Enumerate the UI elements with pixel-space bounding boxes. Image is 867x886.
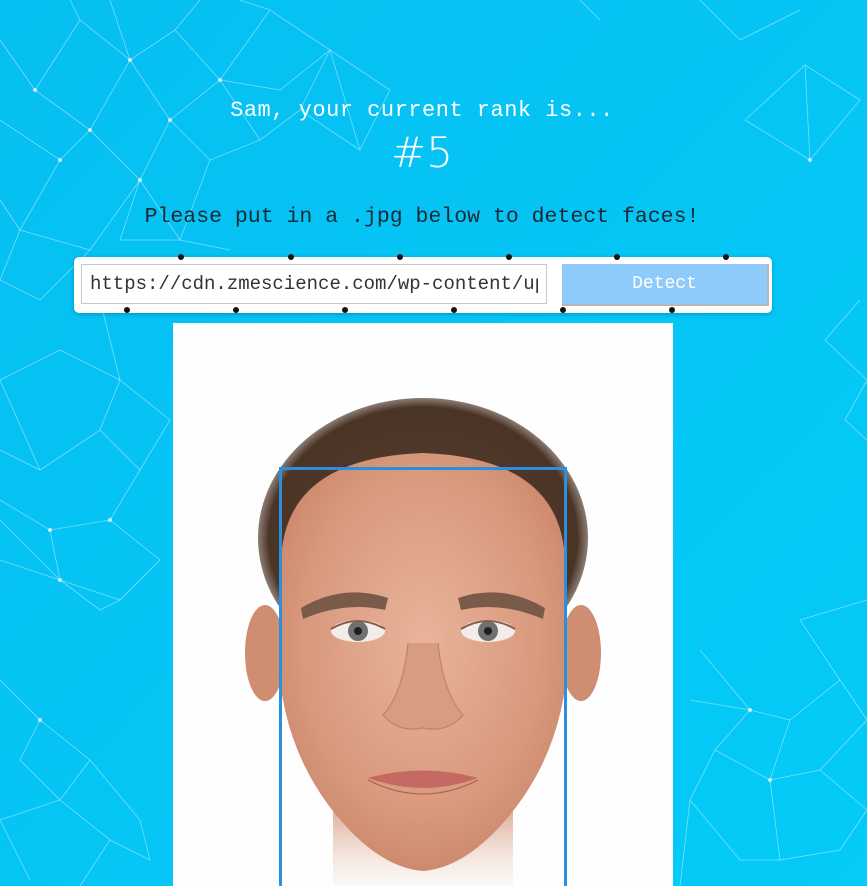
border-dot [178, 254, 184, 260]
border-dot [560, 307, 566, 313]
rank-value: #5 [391, 128, 453, 177]
border-dot [614, 254, 620, 260]
border-dot [233, 307, 239, 313]
detect-button[interactable]: Detect [562, 264, 769, 306]
face-detection-box [279, 467, 567, 886]
upload-instruction: Please put in a .jpg below to detect fac… [144, 205, 700, 229]
border-dot [669, 307, 675, 313]
border-dot [342, 307, 348, 313]
border-dot [506, 254, 512, 260]
border-dot [397, 254, 403, 260]
image-url-input[interactable] [81, 264, 547, 304]
border-dot [723, 254, 729, 260]
border-dot [124, 307, 130, 313]
detect-form: Detect [74, 257, 772, 313]
rank-greeting: Sam, your current rank is... [230, 98, 614, 123]
border-dot [451, 307, 457, 313]
border-dot [288, 254, 294, 260]
